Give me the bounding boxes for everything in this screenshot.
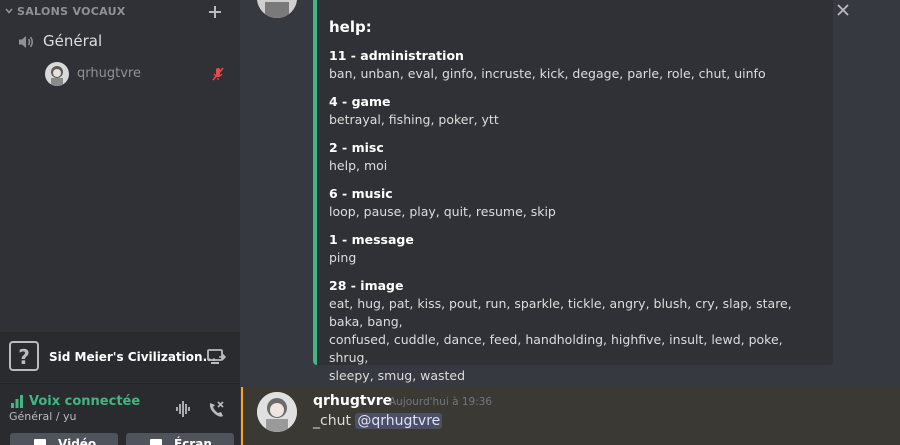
embed-field: 6 - music loop, pause, play, quit, resum… bbox=[329, 185, 819, 221]
camera-icon bbox=[34, 439, 46, 445]
message-timestamp: Aujourd'hui à 19:36 bbox=[389, 396, 493, 408]
field-name: 2 - misc bbox=[329, 140, 384, 155]
embed-field: 4 - game betrayal, fishing, poker, ytt bbox=[329, 93, 819, 129]
chat-area: help: 11 - administration ban, unban, ev… bbox=[241, 0, 900, 445]
noise-suppression-icon[interactable] bbox=[174, 399, 194, 419]
message-text: _chut bbox=[313, 413, 351, 429]
video-button[interactable]: Vidéo bbox=[10, 433, 118, 445]
voice-channel-general[interactable]: Général bbox=[8, 28, 234, 56]
avatar[interactable] bbox=[257, 0, 297, 18]
close-icon[interactable] bbox=[835, 2, 851, 18]
channel-sidebar: SALONS VOCAUX Général qrhugtvre ? Sid Me… bbox=[0, 0, 240, 445]
add-channel-icon[interactable] bbox=[206, 3, 224, 21]
embed-title: help: bbox=[329, 18, 372, 36]
chevron-down-icon bbox=[5, 8, 13, 14]
signal-icon bbox=[11, 395, 23, 408]
unknown-game-icon: ? bbox=[9, 341, 39, 371]
activity-name: Sid Meier's Civilization... bbox=[49, 350, 217, 364]
user-mention[interactable]: @qrhugtvre bbox=[355, 413, 443, 429]
field-value: help, moi bbox=[329, 158, 388, 173]
activity-panel: ? Sid Meier's Civilization... bbox=[0, 332, 240, 382]
field-value: betrayal, fishing, poker, ytt bbox=[329, 112, 499, 127]
screen-icon bbox=[150, 439, 162, 445]
embed-field: 2 - misc help, moi bbox=[329, 139, 819, 175]
disconnect-icon[interactable] bbox=[206, 399, 226, 419]
field-value: ban, unban, eval, ginfo, incruste, kick,… bbox=[329, 66, 766, 81]
embed-field: 1 - message ping bbox=[329, 231, 819, 267]
voice-user[interactable]: qrhugtvre bbox=[40, 60, 234, 88]
mute-icon bbox=[212, 67, 224, 81]
field-value: ping bbox=[329, 250, 357, 265]
embed-field: 28 - image eat, hug, pat, kiss, pout, ru… bbox=[329, 277, 819, 385]
message-content: _chut @qrhugtvre bbox=[313, 413, 443, 429]
voice-connection-panel: Voix connectée Général / yu Vidéo Écran bbox=[0, 383, 240, 445]
help-embed: help: 11 - administration ban, unban, ev… bbox=[313, 0, 833, 383]
message: qrhugtvre Aujourd'hui à 19:36 _chut @qrh… bbox=[241, 387, 900, 445]
voice-status[interactable]: Voix connectée bbox=[29, 394, 140, 409]
field-value-line: eat, hug, pat, kiss, pout, run, sparkle,… bbox=[329, 296, 792, 329]
field-name: 28 - image bbox=[329, 278, 404, 293]
voice-location: Général / yu bbox=[9, 410, 77, 423]
voice-category-header[interactable]: SALONS VOCAUX bbox=[0, 0, 240, 24]
field-value-line: confused, cuddle, dance, feed, handholdi… bbox=[329, 332, 783, 365]
message-author[interactable]: qrhugtvre bbox=[313, 393, 392, 409]
field-name: 4 - game bbox=[329, 94, 391, 109]
field-name: 11 - administration bbox=[329, 48, 464, 63]
voice-channel-name: Général bbox=[43, 32, 103, 50]
screen-share-icon[interactable] bbox=[206, 347, 226, 367]
speaker-icon bbox=[19, 36, 33, 48]
voice-user-name: qrhugtvre bbox=[77, 66, 141, 81]
avatar bbox=[45, 62, 69, 86]
screen-button[interactable]: Écran bbox=[126, 433, 234, 445]
avatar[interactable] bbox=[257, 392, 297, 432]
field-name: 6 - music bbox=[329, 186, 393, 201]
field-value: loop, pause, play, quit, resume, skip bbox=[329, 204, 556, 219]
voice-category-title: SALONS VOCAUX bbox=[17, 5, 126, 18]
field-name: 1 - message bbox=[329, 232, 414, 247]
field-value-line: sleepy, smug, wasted bbox=[329, 368, 466, 383]
embed-field: 11 - administration ban, unban, eval, gi… bbox=[329, 47, 819, 83]
